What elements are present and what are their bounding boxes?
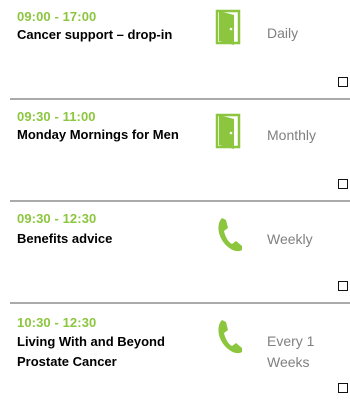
event-title[interactable]: Cancer support – drop-in: [17, 25, 197, 45]
door-icon: [215, 9, 241, 45]
event-title[interactable]: Benefits advice: [17, 229, 197, 249]
event-list: 09:00 - 17:00 Cancer support – drop-in D…: [0, 0, 350, 401]
event-frequency: Every 1 Weeks: [267, 333, 315, 370]
event-frequency: Daily: [267, 25, 299, 41]
list-item: 09:30 - 12:30 Benefits advice Weekly: [0, 202, 350, 302]
event-time: 10:30 - 12:30: [17, 315, 97, 330]
list-item: 10:30 - 12:30 Living With and Beyond Pro…: [0, 304, 350, 401]
phone-icon: [218, 218, 242, 252]
list-item: 09:30 - 11:00 Monday Mornings for Men Mo…: [0, 100, 350, 200]
event-time: 09:30 - 12:30: [17, 211, 97, 226]
select-checkbox[interactable]: [338, 77, 348, 87]
event-time: 09:30 - 11:00: [17, 109, 96, 124]
select-checkbox[interactable]: [338, 383, 348, 393]
select-checkbox[interactable]: [338, 281, 348, 291]
event-frequency: Monthly: [267, 127, 317, 143]
event-frequency: Weekly: [267, 231, 313, 247]
event-title[interactable]: Living With and Beyond Prostate Cancer: [17, 332, 197, 372]
list-item: 09:00 - 17:00 Cancer support – drop-in D…: [0, 0, 350, 98]
phone-icon: [218, 320, 242, 354]
event-time: 09:00 - 17:00: [17, 9, 97, 24]
event-title[interactable]: Monday Mornings for Men: [17, 125, 197, 145]
door-icon: [215, 113, 241, 149]
select-checkbox[interactable]: [338, 179, 348, 189]
